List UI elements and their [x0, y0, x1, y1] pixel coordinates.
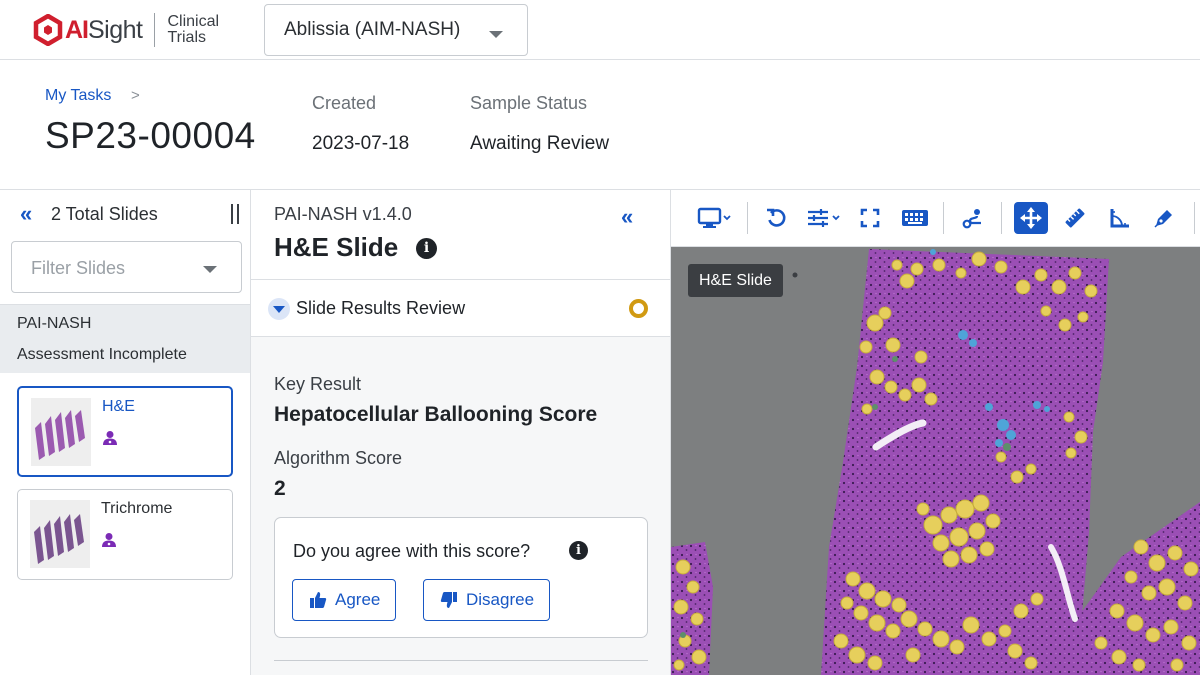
breadcrumb-my-tasks[interactable]: My Tasks — [45, 87, 111, 105]
slide-group-status: Assessment Incomplete — [17, 346, 187, 363]
collapse-results-icon[interactable]: « — [621, 204, 633, 230]
slide-viewer: H&E Slide — [671, 190, 1200, 675]
logo-divider — [154, 13, 156, 47]
disagree-label: Disagree — [466, 590, 535, 609]
slide-thumbnail-trichrome — [30, 500, 90, 568]
created-label: Created — [312, 93, 377, 113]
sample-header: My Tasks > SP23-00004 Created 2023-07-18… — [0, 60, 1200, 190]
collapse-slides-icon[interactable]: « — [20, 201, 32, 227]
results-slide-title: H&E Slide — [274, 232, 399, 262]
fullscreen-icon[interactable] — [858, 202, 882, 234]
study-selector[interactable]: Ablissia (AIM-NASH) — [264, 4, 528, 56]
aisight-logo[interactable]: AI Sight Clinical Trials — [33, 12, 219, 48]
algorithm-score-value: 2 — [274, 477, 286, 500]
sample-status-label: Sample Status — [470, 93, 588, 113]
move-icon[interactable] — [1014, 202, 1048, 234]
route-icon[interactable] — [961, 202, 985, 234]
pen-icon[interactable] — [1152, 202, 1176, 234]
slide-group-header: PAI-NASH Assessment Incomplete — [0, 304, 250, 373]
brand-sub-line-2: Trials — [167, 29, 206, 46]
expand-caret-icon — [268, 298, 290, 320]
adjust-icon[interactable] — [805, 202, 845, 234]
pathologist-icon — [102, 533, 116, 547]
brand-subtitle: Clinical Trials — [167, 14, 219, 46]
viewer-slide-label: H&E Slide — [688, 264, 783, 297]
info-icon[interactable]: i — [416, 238, 437, 259]
info-icon[interactable]: i — [569, 541, 588, 560]
chevron-down-icon — [489, 31, 503, 38]
brand-sub-line-1: Clinical — [167, 13, 220, 30]
key-result-value: Hepatocellular Ballooning Score — [274, 403, 598, 426]
sample-id: SP23-00004 — [45, 115, 256, 156]
created-value: 2023-07-18 — [312, 133, 410, 154]
agree-question: Do you agree with this score? — [293, 541, 531, 561]
slide-group-name: PAI-NASH — [17, 315, 92, 332]
tissue-image — [671, 249, 1200, 675]
key-result-label: Key Result — [274, 374, 362, 394]
brand-sight: Sight — [88, 15, 143, 44]
filter-slides-select[interactable]: Filter Slides — [11, 241, 242, 293]
keyboard-icon[interactable] — [900, 202, 930, 234]
slide-results-review-label: Slide Results Review — [296, 298, 466, 318]
toolbar-separator — [747, 202, 748, 234]
panel-resize-handle-icon[interactable] — [231, 204, 239, 224]
monitor-icon[interactable] — [695, 202, 735, 234]
toolbar-separator — [1001, 202, 1002, 234]
slide-name-trichrome: Trichrome — [101, 500, 173, 517]
thumbs-down-icon — [440, 592, 457, 608]
algorithm-version: PAI-NASH v1.4.0 — [274, 204, 412, 224]
study-selector-value: Ablissia (AIM-NASH) — [284, 19, 461, 40]
pathologist-icon — [103, 431, 117, 445]
disagree-button[interactable]: Disagree — [423, 579, 550, 621]
slides-panel: « 2 Total Slides Filter Slides PAI-NASH … — [0, 190, 251, 675]
score-agreement-card: Do you agree with this score? i Agree Di… — [274, 517, 648, 638]
pending-status-icon — [629, 299, 648, 318]
slide-name-he: H&E — [102, 398, 135, 415]
slide-results-review-toggle[interactable]: Slide Results Review — [251, 280, 670, 337]
results-panel: PAI-NASH v1.4.0 « H&E Slide i Slide Resu… — [251, 190, 671, 675]
breadcrumb-separator: > — [131, 87, 140, 104]
rotate-icon[interactable] — [763, 202, 789, 234]
top-bar: AI Sight Clinical Trials Ablissia (AIM-N… — [0, 0, 1200, 60]
viewer-toolbar — [671, 190, 1200, 247]
filter-slides-placeholder: Filter Slides — [31, 258, 126, 278]
section-divider — [274, 660, 648, 661]
slides-count: 2 Total Slides — [51, 204, 158, 224]
hexagon-logo-icon — [33, 14, 63, 46]
sample-status-value: Awaiting Review — [470, 133, 610, 154]
slide-card-trichrome[interactable]: Trichrome — [17, 489, 233, 580]
results-panel-header: PAI-NASH v1.4.0 « H&E Slide i — [251, 190, 670, 280]
toolbar-separator — [1194, 202, 1195, 234]
ruler-icon[interactable] — [1063, 202, 1087, 234]
chevron-down-icon — [203, 266, 217, 273]
slide-card-he[interactable]: H&E — [17, 386, 233, 477]
slide-thumbnail-he — [31, 398, 91, 466]
slide-canvas[interactable]: H&E Slide — [671, 247, 1200, 675]
agree-label: Agree — [335, 590, 381, 609]
brand-ai: AI — [65, 15, 89, 44]
algorithm-score-label: Algorithm Score — [274, 448, 403, 468]
angle-icon[interactable] — [1108, 202, 1132, 234]
slides-panel-header: « 2 Total Slides — [0, 190, 250, 238]
agree-button[interactable]: Agree — [292, 579, 396, 621]
thumbs-up-icon — [310, 592, 327, 608]
toolbar-separator — [943, 202, 944, 234]
